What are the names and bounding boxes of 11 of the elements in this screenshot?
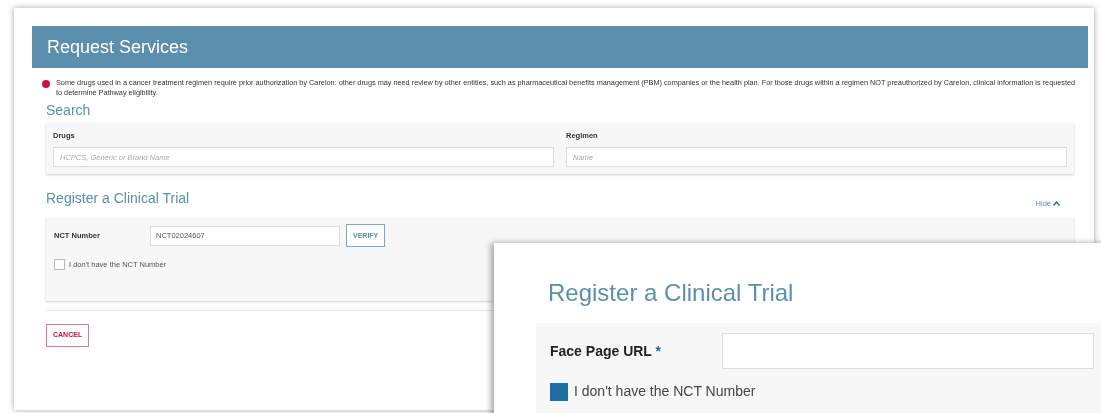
- chevron-up-icon: [1053, 201, 1060, 207]
- page-title: Request Services: [47, 35, 189, 59]
- field-label: Face Page URL *: [550, 341, 662, 361]
- checkbox-label: I don't have the NCT Number: [574, 382, 756, 401]
- section-title: Search: [46, 101, 92, 120]
- callout-title: Register a Clinical Trial: [548, 278, 795, 308]
- checkbox[interactable]: [54, 259, 65, 271]
- section-title: Register a Clinical Trial: [46, 189, 190, 209]
- error-icon: [42, 80, 50, 88]
- checkbox[interactable]: [550, 382, 568, 401]
- input-field[interactable]: [722, 333, 1094, 369]
